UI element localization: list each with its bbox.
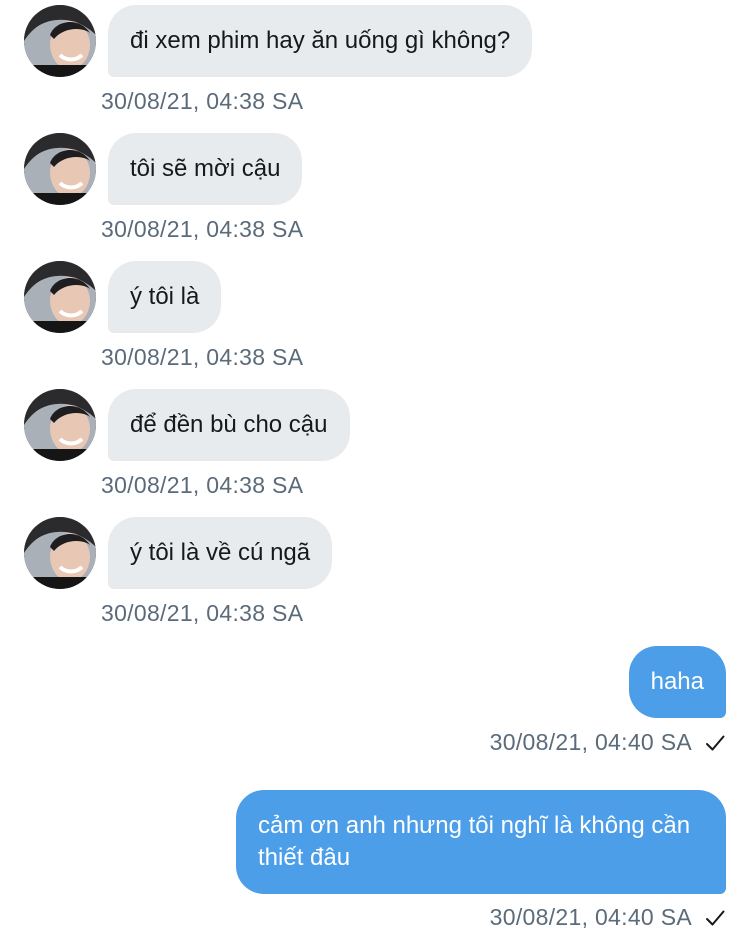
message-bubble-incoming[interactable]: ý tôi là (108, 261, 222, 333)
message-timestamp: 30/08/21, 04:40 SA (489, 904, 692, 930)
message-bubble-outgoing[interactable]: haha (628, 646, 726, 718)
avatar-photo (24, 517, 96, 589)
message-timestamp: 30/08/21, 04:38 SA (101, 472, 304, 498)
check-icon (704, 732, 726, 754)
check-icon (704, 907, 726, 929)
avatar[interactable] (24, 133, 96, 205)
message-meta-outgoing: 30/08/21, 04:40 SA (490, 729, 726, 756)
message-bubble-incoming[interactable]: để đền bù cho cậu (108, 389, 350, 461)
avatar-photo (24, 389, 96, 461)
message-timestamp: 30/08/21, 04:38 SA (101, 600, 304, 626)
message-bubble-incoming[interactable]: ý tôi là về cú ngã (108, 517, 333, 589)
avatar[interactable] (24, 5, 96, 77)
chat-thread: đi xem phim hay ăn uống gì không? 30/08/… (0, 0, 750, 941)
avatar[interactable] (24, 261, 96, 333)
avatar-photo (24, 261, 96, 333)
message-meta-outgoing: 30/08/21, 04:40 SA (490, 904, 726, 931)
avatar-photo (24, 5, 96, 77)
message-bubble-incoming[interactable]: tôi sẽ mời cậu (108, 133, 303, 205)
message-bubble-outgoing[interactable]: cảm ơn anh nhưng tôi nghĩ là không cần t… (236, 790, 726, 894)
message-timestamp: 30/08/21, 04:38 SA (101, 344, 304, 370)
avatar-photo (24, 133, 96, 205)
message-timestamp: 30/08/21, 04:38 SA (101, 88, 304, 114)
avatar[interactable] (24, 517, 96, 589)
message-timestamp: 30/08/21, 04:40 SA (489, 729, 692, 755)
message-bubble-incoming[interactable]: đi xem phim hay ăn uống gì không? (108, 5, 533, 77)
message-timestamp: 30/08/21, 04:38 SA (101, 216, 304, 242)
avatar[interactable] (24, 389, 96, 461)
